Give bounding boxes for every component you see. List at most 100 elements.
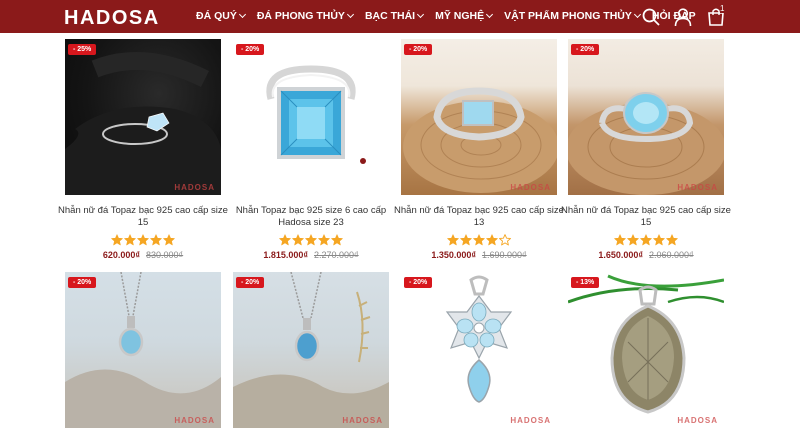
watermark-logo: HADOSA — [677, 183, 718, 192]
nav-item-my-nghe[interactable]: MỸ NGHỆ — [435, 10, 494, 22]
chevron-down-icon — [486, 10, 494, 19]
star-icon — [460, 234, 472, 246]
product-card[interactable]: - 25% HADOSA Nhẫn nữ đá Topaz bạc 925 ca… — [58, 39, 228, 260]
main-nav: ĐÁ QUÝ ĐÁ PHONG THỦY BẠC THÁI MỸ NGHỆ VẬ… — [196, 10, 708, 22]
product-card[interactable]: - 13% HADOSA — [568, 272, 724, 428]
original-price: 2.060.000₫ — [649, 250, 694, 260]
product-title[interactable]: Nhẫn Topaz bạc 925 size 6 cao cấp Hadosa… — [221, 205, 401, 229]
nav-item-bac-thai[interactable]: BẠC THÁI — [364, 10, 425, 22]
star-icon — [292, 234, 304, 246]
watermark-logo: HADOSA — [174, 416, 215, 425]
star-icon — [447, 234, 459, 246]
discount-badge: - 20% — [236, 44, 265, 55]
product-image[interactable]: - 20% HADOSA — [65, 272, 221, 428]
nav-label: ĐÁ QUÝ — [196, 10, 237, 22]
product-image[interactable]: - 20% HADOSA — [401, 272, 557, 428]
ring-photo — [568, 92, 724, 195]
original-price: 1.690.000₫ — [482, 250, 527, 260]
star-icon — [279, 234, 291, 246]
star-icon — [124, 234, 136, 246]
sale-price: 1.815.000₫ — [263, 250, 308, 260]
star-icon — [318, 234, 330, 246]
nav-item-vat-pham-phong-thuy[interactable]: VẬT PHẨM PHONG THỦY — [504, 10, 641, 22]
price-row: 1.815.000₫ 2.270.000₫ — [233, 250, 389, 260]
star-icon — [331, 234, 343, 246]
product-image[interactable]: - 25% HADOSA — [65, 39, 221, 195]
pendant-photo — [65, 272, 221, 428]
product-image[interactable]: - 20% HADOSA — [568, 39, 724, 195]
nav-item-da-phong-thuy[interactable]: ĐÁ PHONG THỦY — [256, 10, 354, 22]
original-price: 830.000₫ — [146, 250, 184, 260]
chevron-down-icon — [633, 10, 641, 19]
star-icon — [486, 234, 498, 246]
chevron-down-icon — [346, 10, 354, 19]
star-icon — [653, 234, 665, 246]
product-card[interactable]: - 20% HADOSA Nhẫn nữ đá Topaz bạc 925 ca… — [394, 39, 564, 260]
star-icon — [627, 234, 639, 246]
watermark-logo: HADOSA — [677, 416, 718, 425]
ring-photo — [403, 87, 557, 193]
site-logo[interactable]: HADOSA — [64, 7, 160, 30]
watermark-logo: HADOSA — [510, 183, 551, 192]
pendant-photo — [445, 275, 513, 403]
nav-item-da-quy[interactable]: ĐÁ QUÝ — [196, 10, 246, 22]
discount-badge: - 20% — [404, 44, 433, 55]
star-icon — [305, 234, 317, 246]
star-icon — [614, 234, 626, 246]
watermark-logo: HADOSA — [510, 416, 551, 425]
product-image[interactable]: - 20% — [233, 39, 389, 195]
nav-label: VẬT PHẨM PHONG THỦY — [504, 10, 632, 22]
rating-stars — [401, 233, 557, 247]
product-card[interactable]: - 20% Nhẫn Topaz bạc 925 size 6 cao cấp … — [233, 39, 389, 260]
rating-stars — [568, 233, 724, 247]
discount-badge: - 20% — [68, 277, 97, 288]
star-icon — [666, 234, 678, 246]
sale-price: 620.000₫ — [102, 250, 140, 260]
discount-badge: - 20% — [236, 277, 265, 288]
price-row: 620.000₫ 830.000₫ — [65, 250, 221, 260]
discount-badge: - 13% — [571, 277, 600, 288]
sale-price: 1.350.000₫ — [431, 250, 476, 260]
product-title[interactable]: Nhẫn nữ đá Topaz bạc 925 cao cấp size 15 — [556, 205, 736, 229]
search-icon[interactable] — [641, 7, 661, 27]
star-icon — [640, 234, 652, 246]
product-title[interactable]: Nhẫn nữ đá Topaz bạc 925 cao cấp size 15 — [53, 205, 233, 229]
ring-photo — [266, 65, 366, 164]
rating-stars — [65, 233, 221, 247]
star-outline-icon — [499, 234, 511, 246]
user-icon[interactable] — [673, 7, 693, 27]
star-icon — [163, 234, 175, 246]
product-card[interactable]: - 20% HADOSA — [401, 272, 557, 428]
price-row: 1.650.000₫ 2.060.000₫ — [568, 250, 724, 260]
chevron-down-icon — [417, 10, 425, 19]
nav-label: MỸ NGHỆ — [435, 10, 485, 22]
product-card[interactable]: - 20% HADOSA Nhẫn nữ đá Topaz bạc 925 ca… — [561, 39, 731, 260]
star-icon — [150, 234, 162, 246]
site-header: HADOSA ĐÁ QUÝ ĐÁ PHONG THỦY BẠC THÁI MỸ … — [0, 0, 800, 33]
sale-price: 1.650.000₫ — [598, 250, 643, 260]
product-card[interactable]: - 20% HADOSA — [65, 272, 221, 428]
star-icon — [137, 234, 149, 246]
original-price: 2.270.000₫ — [314, 250, 359, 260]
product-image[interactable]: - 20% HADOSA — [401, 39, 557, 195]
rating-stars — [233, 233, 389, 247]
price-row: 1.350.000₫ 1.690.000₫ — [401, 250, 557, 260]
star-icon — [111, 234, 123, 246]
product-image[interactable]: - 13% HADOSA — [568, 272, 724, 428]
discount-badge: - 25% — [68, 44, 97, 55]
product-image[interactable]: - 20% HADOSA — [233, 272, 389, 428]
chevron-down-icon — [238, 10, 246, 19]
product-card[interactable]: - 20% HADOSA — [233, 272, 389, 428]
cart-count-badge: 1 — [720, 4, 725, 13]
product-title[interactable]: Nhẫn nữ đá Topaz bạc 925 cao cấp size 13 — [389, 205, 569, 229]
pendant-photo — [568, 274, 724, 414]
discount-badge: - 20% — [571, 44, 600, 55]
nav-label: BẠC THÁI — [364, 10, 416, 22]
pendant-photo — [233, 272, 389, 428]
nav-label: ĐÁ PHONG THỦY — [256, 10, 345, 22]
discount-badge: - 20% — [404, 277, 433, 288]
watermark-logo: HADOSA — [342, 416, 383, 425]
ring-photo — [65, 52, 221, 195]
watermark-logo: HADOSA — [174, 183, 215, 192]
star-icon — [473, 234, 485, 246]
